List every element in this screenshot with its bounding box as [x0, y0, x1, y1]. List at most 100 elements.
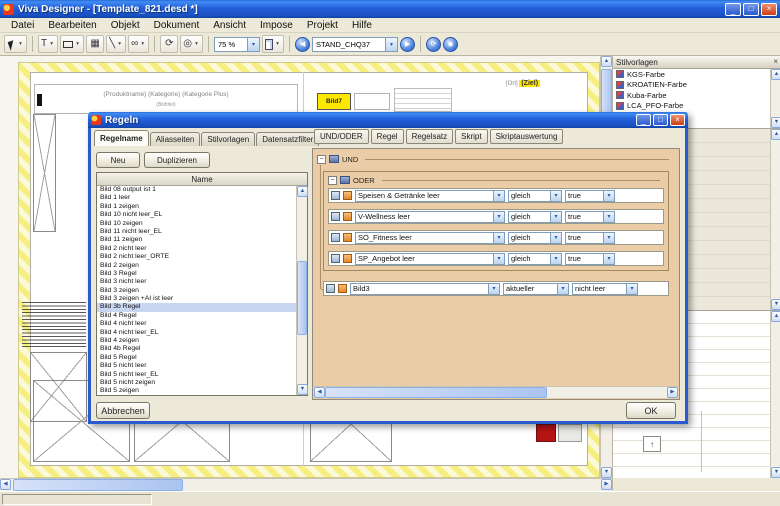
menu-item[interactable]: Dokument — [147, 20, 207, 31]
rule-item[interactable]: Bild 1 leer — [97, 194, 296, 202]
rule-item[interactable]: Bild 11 nicht leer_EL — [97, 228, 296, 236]
close-icon[interactable]: × — [773, 58, 778, 66]
scroll-down-button[interactable] — [771, 299, 780, 310]
scroll-left-button[interactable] — [0, 479, 11, 490]
close-button[interactable]: × — [761, 3, 777, 16]
scroll-down-button[interactable] — [771, 467, 780, 478]
menu-item[interactable]: Datei — [4, 20, 41, 31]
duplizieren-button[interactable]: Duplizieren — [144, 152, 210, 168]
red-color-frame[interactable] — [536, 424, 556, 442]
scroll-up-button[interactable] — [771, 311, 780, 322]
rule-list-scrollbar[interactable] — [296, 186, 307, 395]
target-button[interactable]: ◉ — [443, 37, 458, 52]
scroll-thumb[interactable] — [325, 387, 547, 398]
pointer-tool-button[interactable] — [4, 35, 27, 53]
dialog-maximize-button[interactable]: □ — [653, 114, 668, 126]
scroll-right-button[interactable] — [601, 479, 612, 490]
scroll-track[interactable] — [11, 479, 601, 491]
menu-item[interactable]: Objekt — [104, 20, 147, 31]
rule-item[interactable]: Bild 1 zeigen — [97, 203, 296, 211]
rule-item[interactable]: Bild 3 zeigen +AI ist leer — [97, 295, 296, 303]
dialog-close-button[interactable]: × — [670, 114, 685, 126]
dialog-tab[interactable]: Stilvorlagen — [201, 132, 255, 146]
field-select[interactable]: Bild3 — [350, 283, 500, 295]
zoom-level-combo[interactable]: 75 % — [214, 37, 260, 52]
scroll-thumb[interactable] — [297, 261, 307, 336]
rule-item[interactable]: Bild 4 nicht leer — [97, 320, 296, 328]
ok-button[interactable]: OK — [626, 402, 676, 419]
rule-item[interactable]: Bild 2 nicht leer_ORTE — [97, 253, 296, 261]
scroll-thumb[interactable] — [13, 479, 183, 491]
value-select[interactable]: true — [565, 190, 615, 202]
rule-toolbar-button[interactable]: Skriptauswertung — [490, 129, 564, 144]
rule-item[interactable]: Bild 2 nicht leer — [97, 245, 296, 253]
empty-frame[interactable] — [354, 93, 390, 110]
operator-select[interactable]: gleich — [508, 232, 562, 244]
dialog-title-bar[interactable]: Regeln _ □ × — [88, 112, 688, 128]
scroll-down-button[interactable] — [771, 117, 780, 128]
zoom-tool-button[interactable]: ◎ — [180, 35, 203, 53]
middle-panel-scrollbar[interactable] — [770, 129, 780, 310]
scroll-up-button[interactable] — [771, 129, 780, 140]
menu-item[interactable]: Projekt — [300, 20, 345, 31]
scroll-up-button[interactable] — [601, 56, 612, 67]
record-combo[interactable]: STAND_CHQ37 — [312, 37, 398, 52]
rule-toolbar-button[interactable]: UND/ODER — [314, 129, 369, 144]
operator-select[interactable]: gleich — [508, 190, 562, 202]
rule-item[interactable]: Bild 3b Regel — [97, 303, 296, 311]
rotate-tool-button[interactable]: ⟳ — [160, 35, 178, 53]
operator-select[interactable]: aktueller — [503, 283, 569, 295]
document-horizontal-scrollbar[interactable] — [0, 478, 612, 491]
collapse-icon[interactable] — [317, 155, 326, 164]
dialog-tab[interactable]: Regelname — [94, 130, 149, 146]
rule-toolbar-button[interactable]: Regel — [371, 129, 404, 144]
value-select[interactable]: true — [565, 232, 615, 244]
scroll-down-button[interactable] — [601, 467, 612, 478]
rule-item[interactable]: Bild 5 Regel — [97, 354, 296, 362]
value-select[interactable]: true — [565, 253, 615, 265]
dialog-tab[interactable]: Aliasseiten — [150, 132, 201, 146]
stilvorlagen-header[interactable]: Stilvorlagen × — [613, 56, 780, 69]
refresh-button[interactable]: ⟳ — [426, 37, 441, 52]
rule-item[interactable]: Bild 3 zeigen — [97, 287, 296, 295]
small-text-frame[interactable] — [394, 88, 452, 112]
rule-item[interactable]: Bild 5 nicht leer — [97, 362, 296, 370]
up-arrow-box[interactable]: ↑ — [643, 436, 661, 452]
neu-button[interactable]: Neu — [96, 152, 140, 168]
rule-item[interactable]: Bild 5 nicht zeigen — [97, 379, 296, 387]
color-style-item[interactable]: KROATIEN-Farbe — [613, 80, 770, 91]
field-select[interactable]: SO_Fitness leer — [355, 232, 505, 244]
rule-item[interactable]: Bild 4 zeigen — [97, 337, 296, 345]
link-tool-button[interactable]: ∞ — [128, 35, 149, 53]
scroll-track[interactable] — [297, 197, 307, 384]
menu-item[interactable]: Impose — [253, 20, 300, 31]
rule-item[interactable]: Bild 3 Regel — [97, 270, 296, 278]
rule-item[interactable]: Bild 4b Regel — [97, 345, 296, 353]
line-tool-button[interactable]: ╲ — [106, 35, 126, 53]
color-style-item[interactable]: LCA_PFO-Farbe — [613, 101, 770, 112]
field-select[interactable]: SP_Angebot leer — [355, 253, 505, 265]
rule-item[interactable]: Bild 10 zeigen — [97, 220, 296, 228]
gray-frame[interactable] — [558, 424, 582, 442]
table-tool-button[interactable]: ▦ — [86, 35, 104, 53]
headline-text-frame[interactable]: (Produktname) (Kategorie) (Kategorie Plu… — [34, 84, 298, 114]
rule-item[interactable]: Bild 5 zeigen — [97, 387, 296, 395]
operator-select[interactable]: gleich — [508, 253, 562, 265]
dialog-minimize-button[interactable]: _ — [636, 114, 651, 126]
rule-toolbar-button[interactable]: Regelsatz — [406, 129, 454, 144]
dialog-tab[interactable]: Datensatzfilter — [256, 132, 319, 146]
scroll-up-button[interactable] — [771, 69, 780, 80]
menu-item[interactable]: Hilfe — [345, 20, 379, 31]
prev-record-button[interactable]: ◀ — [295, 37, 310, 52]
menu-item[interactable]: Bearbeiten — [41, 20, 103, 31]
rule-item[interactable]: Bild 4 nicht leer_EL — [97, 329, 296, 337]
minimize-button[interactable]: _ — [725, 3, 741, 16]
bild-field-frame[interactable]: Bild7 — [317, 93, 351, 110]
rule-item[interactable]: Bild 10 nicht leer_EL — [97, 211, 296, 219]
editor-scrollbar[interactable] — [314, 386, 678, 398]
value-select[interactable]: nicht leer — [572, 283, 638, 295]
stilvorlagen-scrollbar[interactable] — [770, 69, 780, 128]
rule-item[interactable]: Bild 2 zeigen — [97, 262, 296, 270]
operator-select[interactable]: gleich — [508, 211, 562, 223]
rule-toolbar-button[interactable]: Skript — [455, 129, 487, 144]
